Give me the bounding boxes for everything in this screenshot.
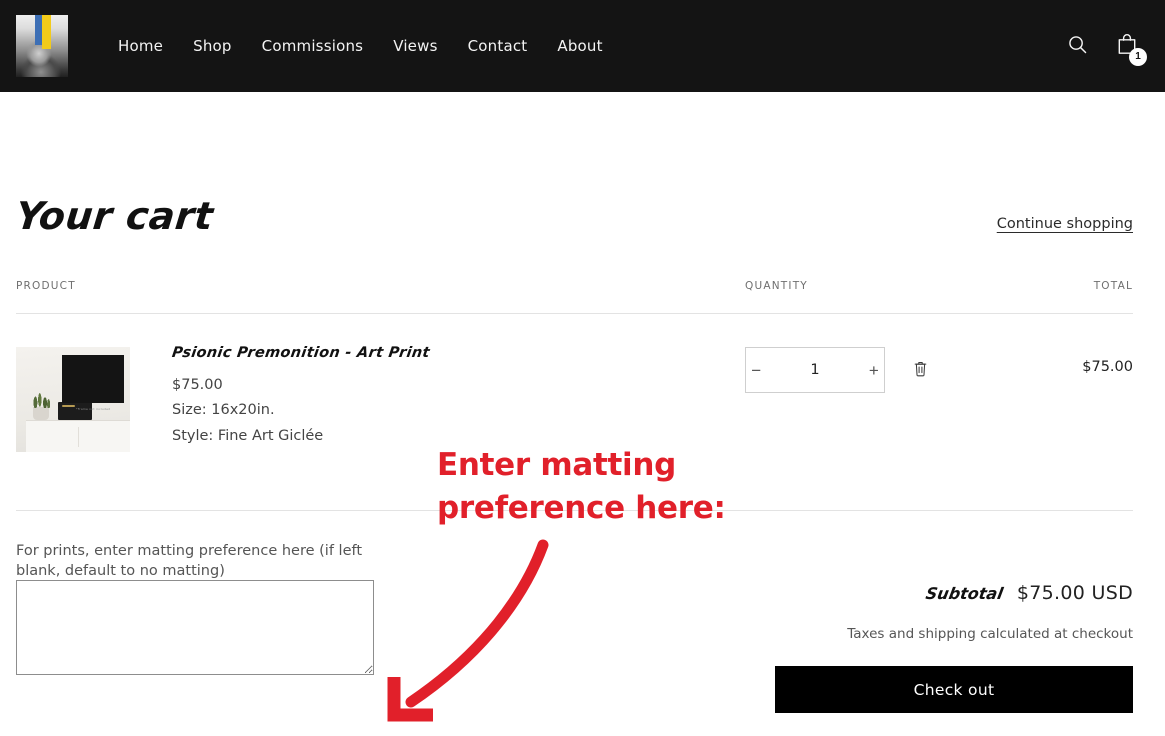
trash-icon: [913, 360, 928, 380]
thumbnail-picture-frame: [62, 355, 124, 403]
product-option-style: Style: Fine Art Giclée: [172, 427, 324, 444]
thumbnail-plant-leaves: [31, 390, 51, 408]
annotation-arrow-icon: [387, 539, 549, 722]
quantity-stepper: − +: [745, 347, 885, 393]
order-note-block: For prints, enter matting preference her…: [16, 540, 376, 676]
logo-yellow-stripe: [42, 15, 51, 49]
cart-summary: Subtotal $75.00 USD Taxes and shipping c…: [773, 582, 1133, 713]
product-option-size: Size: 16x20in.: [172, 402, 275, 419]
logo-blue-stripe: [35, 15, 42, 45]
nav-item-contact[interactable]: Contact: [466, 33, 530, 59]
subtotal-value: $75.00 USD: [1016, 582, 1133, 604]
subtotal-label: Subtotal: [924, 584, 1005, 603]
quantity-controls: − +: [745, 347, 930, 393]
cart-table-header: PRODUCT QUANTITY TOTAL: [16, 280, 1133, 306]
divider-bottom: [16, 510, 1133, 511]
nav-item-views[interactable]: Views: [391, 33, 439, 59]
thumbnail-speaker: [58, 402, 92, 420]
quantity-input[interactable]: [766, 362, 864, 378]
cart-count-badge: 1: [1129, 48, 1147, 66]
cart-header-row: Your cart Continue shopping: [13, 194, 1133, 238]
main-navigation: Home Shop Commissions Views Contact Abou…: [116, 33, 605, 59]
quantity-decrease-button[interactable]: −: [746, 348, 766, 392]
tax-shipping-note: Taxes and shipping calculated at checkou…: [847, 626, 1133, 642]
divider-top: [16, 313, 1133, 314]
quantity-increase-button[interactable]: +: [864, 348, 884, 392]
remove-item-button[interactable]: [911, 358, 930, 382]
product-title[interactable]: Psionic Premonition - Art Print: [171, 345, 443, 361]
nav-item-commissions[interactable]: Commissions: [260, 33, 366, 59]
cart-button[interactable]: 1: [1115, 32, 1147, 66]
column-header-product: PRODUCT: [16, 280, 76, 292]
product-price: $75.00: [172, 377, 223, 393]
cart-page: Your cart Continue shopping PRODUCT QUAN…: [0, 92, 1165, 736]
thumbnail-credenza: [26, 420, 130, 452]
nav-item-home[interactable]: Home: [116, 33, 165, 59]
product-thumbnail[interactable]: *Frame not included: [16, 347, 130, 452]
continue-shopping-link[interactable]: Continue shopping: [997, 216, 1133, 232]
nav-item-about[interactable]: About: [555, 33, 604, 59]
line-item-total: $75.00: [1082, 359, 1133, 375]
thumbnail-plant-pot: [33, 407, 49, 420]
matting-preference-textarea[interactable]: [16, 580, 374, 676]
product-details: Psionic Premonition - Art Print $75.00 S…: [171, 345, 443, 449]
subtotal-row: Subtotal $75.00 USD: [773, 582, 1133, 604]
page-title: Your cart: [13, 194, 216, 238]
site-header: Home Shop Commissions Views Contact Abou…: [0, 0, 1165, 92]
header-actions: 1: [1066, 32, 1147, 66]
site-logo[interactable]: [16, 15, 68, 77]
search-icon: [1066, 33, 1089, 59]
order-note-label: For prints, enter matting preference her…: [16, 543, 363, 580]
search-button[interactable]: [1066, 33, 1089, 59]
nav-item-shop[interactable]: Shop: [191, 33, 234, 59]
column-header-total: TOTAL: [1093, 280, 1133, 292]
checkout-button[interactable]: Check out: [775, 666, 1133, 713]
column-header-quantity: QUANTITY: [745, 280, 808, 292]
thumbnail-caption: *Frame not included: [76, 407, 111, 411]
cart-line-item: *Frame not included Psionic Premonition …: [16, 345, 1133, 467]
